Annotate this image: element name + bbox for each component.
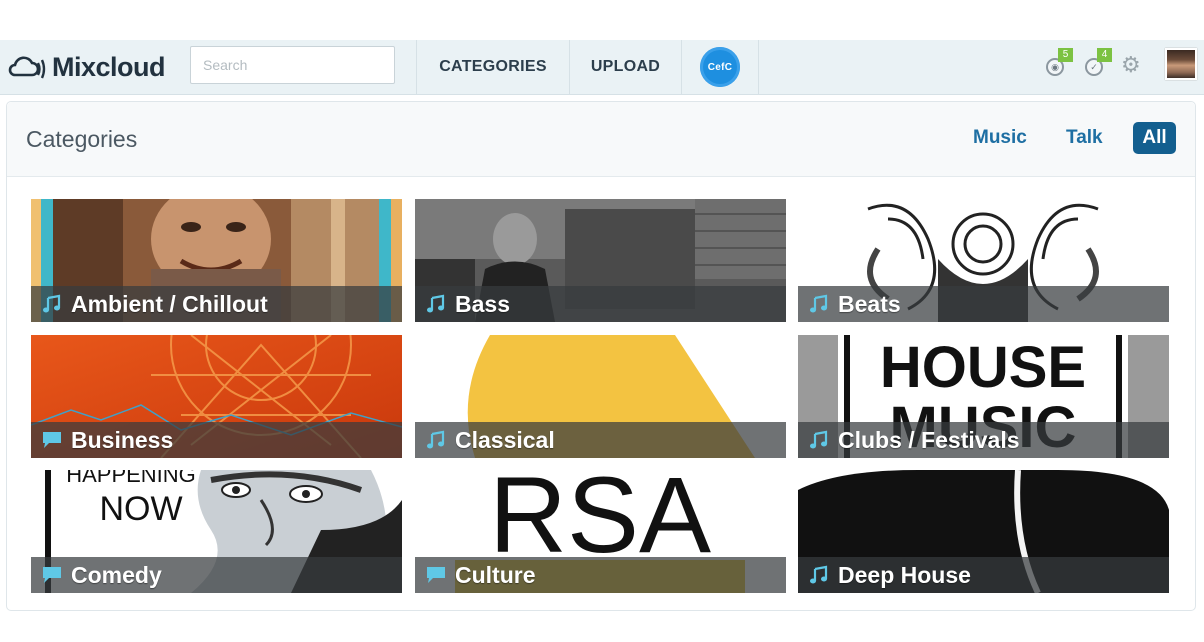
filter-all[interactable]: All bbox=[1133, 122, 1176, 154]
mixcloud-logo[interactable]: Mixcloud bbox=[6, 48, 166, 86]
music-note-icon bbox=[425, 429, 447, 451]
filter-music[interactable]: Music bbox=[973, 122, 1027, 154]
tile-label: Beats bbox=[838, 290, 901, 317]
nav-upload[interactable]: UPLOAD bbox=[569, 40, 682, 94]
top-navigation-bar: Mixcloud CATEGORIES UPLOAD CefC ◉ 5 ✓ 4 … bbox=[0, 40, 1204, 95]
tile-label: Business bbox=[71, 426, 174, 453]
speech-bubble-icon bbox=[41, 429, 63, 451]
category-tile-comedy[interactable]: HAPPENING NOW Comedy bbox=[31, 470, 402, 593]
music-note-icon bbox=[808, 293, 830, 315]
page-title: Categories bbox=[26, 126, 138, 152]
favorites-count-badge: 4 bbox=[1097, 48, 1112, 62]
category-tile-business[interactable]: Business bbox=[31, 335, 402, 458]
tile-label-bar: Bass bbox=[415, 286, 786, 322]
comedy-art-text: HAPPENING bbox=[66, 470, 196, 487]
category-tile-deep-house[interactable]: Deep House bbox=[798, 470, 1169, 593]
music-note-icon bbox=[41, 293, 63, 315]
category-tile-beats[interactable]: Beats bbox=[798, 199, 1169, 322]
category-tile-culture[interactable]: RSA Culture bbox=[415, 470, 786, 593]
filter-talk[interactable]: Talk bbox=[1066, 122, 1103, 154]
tile-label: Ambient / Chillout bbox=[71, 290, 268, 317]
tile-label: Bass bbox=[455, 290, 510, 317]
nav-profile-badge[interactable]: CefC bbox=[681, 40, 759, 94]
tile-label-bar: Deep House bbox=[798, 557, 1169, 593]
tile-label: Clubs / Festivals bbox=[838, 426, 1020, 453]
cloud-logo-icon bbox=[8, 56, 46, 79]
category-tile-bass[interactable]: Bass bbox=[415, 199, 786, 322]
tile-label-bar: Ambient / Chillout bbox=[31, 286, 402, 322]
search-input[interactable] bbox=[190, 46, 395, 84]
listens-stat[interactable]: ◉ 5 bbox=[1044, 48, 1074, 80]
user-avatar[interactable] bbox=[1165, 48, 1197, 80]
music-note-icon bbox=[425, 293, 447, 315]
tile-label-bar: Classical bbox=[415, 422, 786, 458]
tile-label-bar: Culture bbox=[415, 557, 786, 593]
tile-label: Culture bbox=[455, 561, 536, 588]
music-note-icon bbox=[808, 564, 830, 586]
tile-label-bar: Clubs / Festivals bbox=[798, 422, 1169, 458]
category-tile-clubs-festivals[interactable]: HOUSE MUSIC Clubs / Festivals bbox=[798, 335, 1169, 458]
categories-header: Categories Music Talk All bbox=[7, 102, 1195, 177]
tile-label: Comedy bbox=[71, 561, 162, 588]
listens-count-badge: 5 bbox=[1058, 48, 1073, 62]
music-note-icon bbox=[808, 429, 830, 451]
tile-label: Classical bbox=[455, 426, 555, 453]
logo-text: Mixcloud bbox=[52, 51, 166, 82]
speech-bubble-icon bbox=[41, 564, 63, 586]
tile-label-bar: Business bbox=[31, 422, 402, 458]
tile-label-bar: Comedy bbox=[31, 557, 402, 593]
tile-label-bar: Beats bbox=[798, 286, 1169, 322]
house-music-art-text: HOUSE bbox=[880, 335, 1086, 400]
speech-bubble-icon bbox=[425, 564, 447, 586]
category-tile-classical[interactable]: Classical bbox=[415, 335, 786, 458]
badge-logo: CefC bbox=[700, 47, 740, 87]
category-tile-ambient-chillout[interactable]: Ambient / Chillout bbox=[31, 199, 402, 322]
tile-label: Deep House bbox=[838, 561, 971, 588]
nav-categories[interactable]: CATEGORIES bbox=[416, 40, 569, 94]
favorites-stat[interactable]: ✓ 4 bbox=[1083, 48, 1113, 80]
settings-gear-icon[interactable]: ⚙ bbox=[1121, 54, 1141, 76]
comedy-art-text: NOW bbox=[99, 490, 182, 528]
